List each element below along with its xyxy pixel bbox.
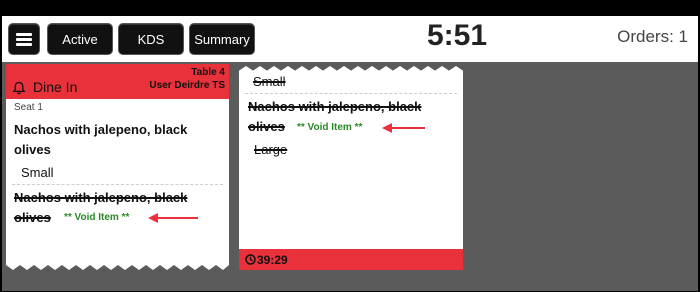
voided-item-name-continued: olives — [14, 210, 51, 225]
order-ticket-continued[interactable]: Small Nachos with jalepeno, black olives… — [239, 66, 463, 270]
item-modifier: Small — [253, 74, 286, 89]
active-button[interactable]: Active — [47, 23, 113, 55]
ticket-top-edge — [239, 66, 463, 71]
annotation-arrow-icon — [148, 213, 198, 223]
item-name-continued: olives — [14, 142, 51, 157]
hamburger-icon — [16, 32, 32, 46]
summary-button[interactable]: Summary — [189, 23, 255, 55]
seat-label: Seat 1 — [14, 102, 43, 113]
item-modifier: Small — [21, 165, 54, 180]
item-divider — [245, 93, 457, 94]
elapsed-timer: 39:29 — [257, 253, 288, 267]
clock: 5:51 — [426, 19, 488, 52]
item-divider — [12, 184, 223, 185]
order-ticket[interactable]: Dine In Table 4 User Deirdre TS Seat 1 N… — [6, 64, 229, 270]
order-type: Dine In — [33, 79, 78, 95]
bell-icon — [12, 81, 26, 95]
kds-screen: Active KDS Summary 5:51 Orders: 1 Dine I… — [2, 16, 698, 291]
clock-icon — [245, 254, 256, 265]
annotation-arrow-icon — [382, 123, 425, 133]
top-toolbar: Active KDS Summary 5:51 Orders: 1 — [2, 16, 698, 62]
server-name: User Deirdre TS — [149, 80, 225, 91]
ticket-footer: 39:29 — [239, 249, 463, 270]
table-number: Table 4 — [191, 67, 225, 78]
kds-button[interactable]: KDS — [118, 23, 184, 55]
ticket-edge — [6, 265, 229, 270]
void-status: ** Void Item ** — [297, 122, 363, 133]
voided-item-modifier: Large — [254, 142, 288, 157]
voided-item-name: Nachos with jalepeno, black — [14, 190, 188, 205]
item-name: Nachos with jalepeno, black — [14, 122, 188, 137]
orders-count: Orders: 1 — [617, 27, 688, 46]
voided-item-name: Nachos with jalepeno, black — [248, 99, 422, 114]
ticket-header: Dine In Table 4 User Deirdre TS — [6, 64, 229, 99]
menu-button[interactable] — [8, 23, 40, 55]
void-status: ** Void Item ** — [64, 212, 130, 223]
voided-item-name-continued: olives — [248, 119, 285, 134]
